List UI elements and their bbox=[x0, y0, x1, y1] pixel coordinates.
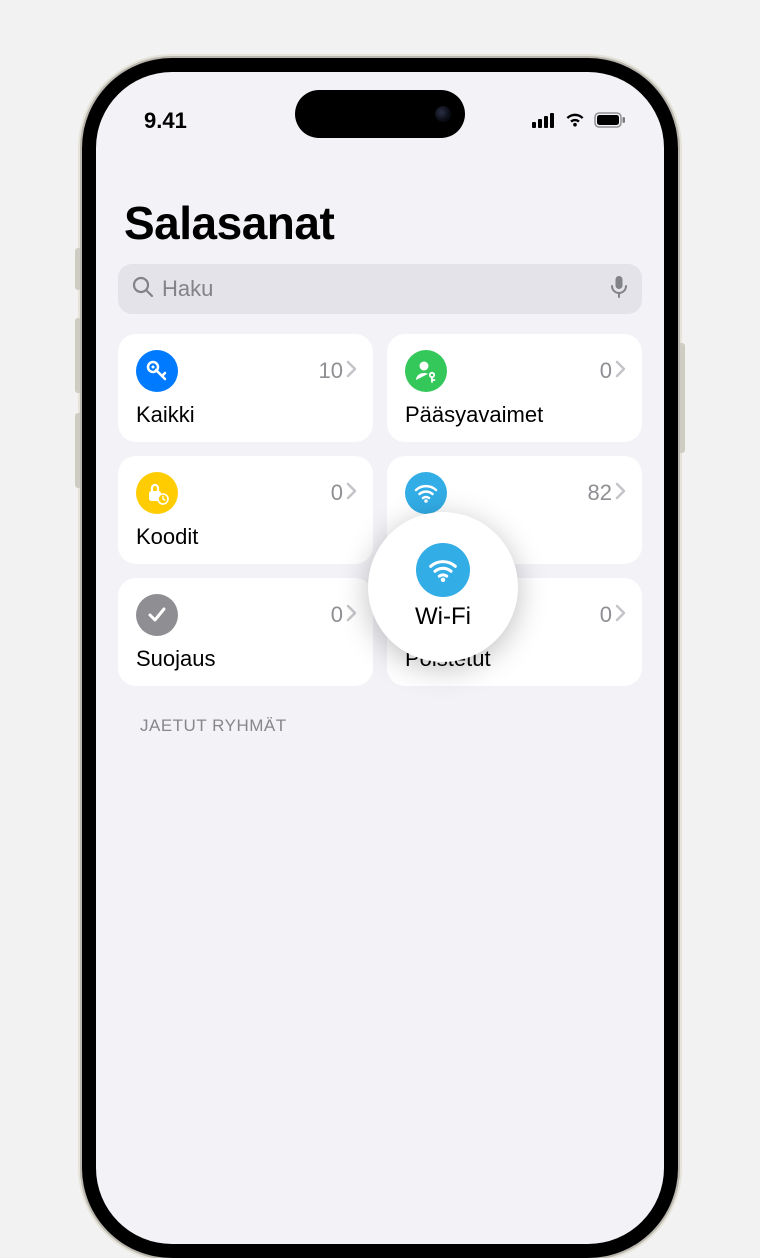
volume-down-button bbox=[75, 413, 80, 488]
tile-count: 0 bbox=[600, 358, 612, 384]
search-placeholder: Haku bbox=[162, 276, 602, 302]
wifi-icon bbox=[405, 472, 447, 514]
search-input[interactable]: Haku bbox=[118, 264, 642, 314]
highlight-label: Wi-Fi bbox=[415, 603, 471, 631]
power-button bbox=[680, 343, 685, 453]
highlight-wifi[interactable]: Wi-Fi bbox=[368, 512, 518, 662]
cellular-icon bbox=[532, 108, 556, 134]
wifi-icon bbox=[416, 543, 470, 597]
check-icon bbox=[136, 594, 178, 636]
screen: 9.41 Salasanat Haku bbox=[96, 72, 664, 1244]
tile-label: Suojaus bbox=[136, 646, 357, 672]
category-grid: 10 Kaikki 0 bbox=[118, 334, 642, 686]
side-button bbox=[75, 248, 80, 290]
tile-all[interactable]: 10 Kaikki bbox=[118, 334, 373, 442]
tile-count: 10 bbox=[319, 358, 343, 384]
chevron-right-icon bbox=[345, 480, 357, 506]
battery-icon bbox=[594, 108, 626, 134]
status-time: 9.41 bbox=[144, 108, 187, 134]
chevron-right-icon bbox=[614, 480, 626, 506]
key-icon bbox=[136, 350, 178, 392]
tile-label: Pääsyavaimet bbox=[405, 402, 626, 428]
tile-label: Kaikki bbox=[136, 402, 357, 428]
chevron-right-icon bbox=[345, 358, 357, 384]
page-title: Salasanat bbox=[124, 196, 642, 250]
dynamic-island bbox=[295, 90, 465, 138]
tile-passkeys[interactable]: 0 Pääsyavaimet bbox=[387, 334, 642, 442]
microphone-icon[interactable] bbox=[610, 275, 628, 304]
person-key-icon bbox=[405, 350, 447, 392]
tile-count: 82 bbox=[588, 480, 612, 506]
section-header-shared: JAETUT RYHMÄT bbox=[140, 716, 642, 736]
tile-count: 0 bbox=[600, 602, 612, 628]
volume-up-button bbox=[75, 318, 80, 393]
search-icon bbox=[132, 276, 154, 303]
chevron-right-icon bbox=[345, 602, 357, 628]
wifi-status-icon bbox=[564, 108, 586, 134]
tile-count: 0 bbox=[331, 602, 343, 628]
tile-codes[interactable]: 0 Koodit bbox=[118, 456, 373, 564]
tile-label: Koodit bbox=[136, 524, 357, 550]
chevron-right-icon bbox=[614, 358, 626, 384]
tile-security[interactable]: 0 Suojaus bbox=[118, 578, 373, 686]
chevron-right-icon bbox=[614, 602, 626, 628]
lock-clock-icon bbox=[136, 472, 178, 514]
phone-frame: 9.41 Salasanat Haku bbox=[82, 58, 678, 1258]
tile-count: 0 bbox=[331, 480, 343, 506]
